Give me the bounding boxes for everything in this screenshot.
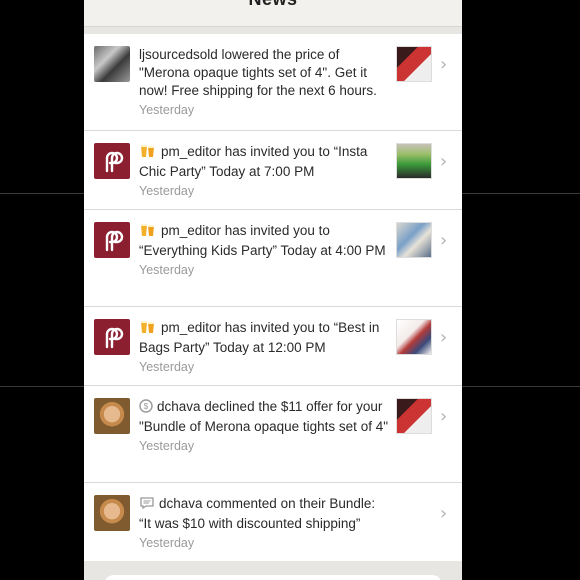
news-content: pm_editor has invited you to “Insta Chic…	[139, 143, 389, 200]
listing-thumbnail[interactable]	[396, 319, 432, 355]
party-cups-icon	[139, 144, 157, 163]
poshmark-logo-icon	[105, 327, 124, 349]
news-time: Yesterday	[139, 360, 195, 374]
news-text: pm_editor has invited you to “Everything…	[139, 223, 386, 258]
phone-screen: News ljsourcedsold lowered the price of …	[84, 0, 462, 580]
news-text-line: pm_editor has invited you to “Insta Chic…	[139, 143, 389, 181]
listing-thumbnail[interactable]	[396, 46, 432, 82]
news-content: $ dchava declined the $11 offer for your…	[139, 398, 389, 455]
poshmark-logo-avatar[interactable]	[94, 319, 130, 355]
news-item[interactable]: dchava commented on their Bundle: “It wa…	[84, 483, 462, 562]
party-cups-icon	[139, 223, 157, 242]
chevron-right-icon[interactable]: ›	[440, 230, 447, 251]
news-content: dchava commented on their Bundle: “It wa…	[139, 495, 389, 552]
comment-bubble-icon	[139, 496, 155, 515]
svg-text:$: $	[144, 402, 149, 411]
news-text-line: pm_editor has invited you to “Everything…	[139, 222, 389, 260]
news-time: Yesterday	[139, 439, 195, 453]
chevron-right-icon[interactable]: ›	[440, 503, 447, 524]
poshmark-logo-avatar[interactable]	[94, 222, 130, 258]
poshmark-logo-avatar[interactable]	[94, 143, 130, 179]
bottom-area	[84, 561, 462, 580]
news-text: pm_editor has invited you to “Insta Chic…	[139, 144, 368, 179]
news-text: ljsourcedsold lowered the price of "Mero…	[139, 47, 377, 98]
news-item[interactable]: pm_editor has invited you to “Best in Ba…	[84, 307, 462, 386]
news-time: Yesterday	[139, 263, 195, 277]
divider-line	[462, 193, 580, 194]
listing-thumbnail[interactable]	[396, 143, 432, 179]
user-avatar[interactable]	[94, 46, 130, 82]
chevron-right-icon[interactable]: ›	[440, 406, 447, 427]
news-time: Yesterday	[139, 536, 195, 550]
chevron-right-icon[interactable]: ›	[440, 54, 447, 75]
poshmark-logo-icon	[105, 151, 124, 173]
divider-line	[462, 386, 580, 387]
dollar-circle-icon: $	[139, 399, 153, 418]
listing-thumbnail[interactable]	[396, 222, 432, 258]
news-content: pm_editor has invited you to “Everything…	[139, 222, 389, 279]
user-avatar[interactable]	[94, 398, 130, 434]
news-content: pm_editor has invited you to “Best in Ba…	[139, 319, 389, 376]
news-item[interactable]: pm_editor has invited you to “Insta Chic…	[84, 131, 462, 210]
poshmark-logo-icon	[105, 230, 124, 252]
news-text: dchava commented on their Bundle: “It wa…	[139, 496, 376, 531]
news-text-line: dchava commented on their Bundle: “It wa…	[139, 495, 389, 533]
news-time: Yesterday	[139, 103, 195, 117]
news-time: Yesterday	[139, 184, 195, 198]
news-text-line: $ dchava declined the $11 offer for your…	[139, 398, 389, 436]
chevron-right-icon[interactable]: ›	[440, 327, 447, 348]
news-header: News	[84, 0, 462, 27]
divider-line	[0, 193, 84, 194]
bottom-pill	[104, 575, 442, 580]
listing-thumbnail[interactable]	[396, 398, 432, 434]
news-item[interactable]: pm_editor has invited you to “Everything…	[84, 210, 462, 307]
news-feed: ljsourcedsold lowered the price of "Mero…	[84, 34, 462, 562]
chevron-right-icon[interactable]: ›	[440, 151, 447, 172]
news-text: dchava declined the $11 offer for your "…	[139, 399, 388, 434]
news-item[interactable]: $ dchava declined the $11 offer for your…	[84, 386, 462, 483]
news-item[interactable]: ljsourcedsold lowered the price of "Mero…	[84, 34, 462, 131]
news-content: ljsourcedsold lowered the price of "Mero…	[139, 46, 389, 119]
divider-line	[0, 386, 84, 387]
party-cups-icon	[139, 320, 157, 339]
page-title: News	[84, 0, 462, 10]
user-avatar[interactable]	[94, 495, 130, 531]
news-text: pm_editor has invited you to “Best in Ba…	[139, 320, 380, 355]
news-text-line: pm_editor has invited you to “Best in Ba…	[139, 319, 389, 357]
